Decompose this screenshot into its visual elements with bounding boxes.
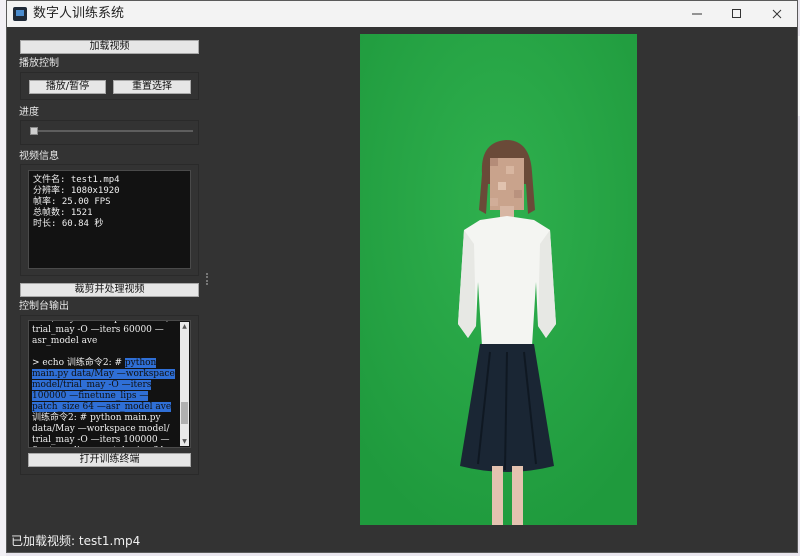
console-line-selected-text: model/trial_may -O —iters bbox=[32, 380, 152, 390]
info-duration: 时长: 60.84 秒 bbox=[33, 219, 104, 229]
scroll-down-icon[interactable]: ▼ bbox=[180, 437, 189, 446]
progress-slider-track[interactable] bbox=[37, 130, 193, 132]
maximize-icon bbox=[732, 9, 741, 18]
close-icon bbox=[772, 9, 782, 19]
console-line-text: data/May —workspace model/ bbox=[32, 321, 169, 324]
console-line: > echo 训练命令2: # python bbox=[32, 358, 178, 369]
console-line-text: trial_may -O —iters 100000 — bbox=[32, 435, 170, 445]
console-line: model/trial_may -O —iters bbox=[32, 380, 178, 391]
info-frame-count: 总帧数: 1521 bbox=[33, 208, 93, 218]
console-line: asr_model ave bbox=[32, 336, 178, 347]
console-line-selected-text: patch_size 64 —asr_model ave bbox=[32, 402, 172, 412]
video-preview[interactable] bbox=[360, 34, 637, 525]
play-pause-button[interactable]: 播放/暂停 bbox=[29, 80, 106, 94]
main-content: 加载视频 播放控制 播放/暂停 重置选择 进度 视频信息 文件名: test1.… bbox=[7, 27, 797, 552]
app-icon bbox=[13, 7, 27, 21]
console-line: data/May —workspace model/ bbox=[32, 424, 178, 435]
info-resolution: 分辨率: 1080x1920 bbox=[33, 186, 120, 196]
console-line: finetune_lips —patch_size 64 bbox=[32, 446, 178, 447]
console-line-selected-text: main.py data/May —workspace bbox=[32, 369, 175, 379]
scroll-up-icon[interactable]: ▲ bbox=[180, 322, 189, 331]
console-line: trial_may -O —iters 100000 — bbox=[32, 435, 178, 446]
console-line-text: 训练命令2: # python main.py bbox=[32, 413, 161, 423]
console-line-text: finetune_lips —patch_size 64 bbox=[32, 446, 164, 447]
load-video-button[interactable]: 加载视频 bbox=[20, 40, 199, 54]
console-line-text: trial_may -O —iters 60000 — bbox=[32, 325, 164, 335]
playback-group: 播放/暂停 重置选择 bbox=[20, 72, 199, 100]
console-line-text: data/May —workspace model/ bbox=[32, 424, 170, 434]
video-info-box: 文件名: test1.mp4 分辨率: 1080x1920 帧率: 25.00 … bbox=[28, 170, 191, 269]
info-filename: 文件名: test1.mp4 bbox=[33, 175, 120, 185]
progress-group bbox=[20, 120, 199, 145]
console-line: main.py data/May —workspace bbox=[32, 369, 178, 380]
status-bar: 已加载视频: test1.mp4 bbox=[11, 534, 141, 548]
reset-selection-button[interactable]: 重置选择 bbox=[113, 80, 191, 94]
splitter-handle[interactable] bbox=[206, 273, 210, 285]
scrollbar-thumb[interactable] bbox=[181, 402, 188, 424]
console-line: trial_may -O —iters 60000 — bbox=[32, 325, 178, 336]
console-section-label: 控制台输出 bbox=[19, 301, 69, 312]
video-info-section-label: 视频信息 bbox=[19, 151, 59, 162]
progress-slider-handle[interactable] bbox=[30, 127, 38, 135]
console-line: patch_size 64 —asr_model ave bbox=[32, 402, 178, 413]
console-text: data/May —workspace model/trial_may -O —… bbox=[32, 321, 178, 447]
app-window: 数字人训练系统 加载视频 播放控制 播放/暂停 重置选择 进度 视频信息 文件名… bbox=[6, 0, 798, 553]
maximize-button[interactable] bbox=[717, 1, 757, 27]
console-output[interactable]: data/May —workspace model/trial_may -O —… bbox=[28, 320, 191, 448]
video-frame-person bbox=[360, 34, 637, 525]
console-line-selected-text: 100000 —finetune_lips — bbox=[32, 391, 149, 401]
window-title: 数字人训练系统 bbox=[33, 6, 125, 21]
console-line: 训练命令2: # python main.py bbox=[32, 413, 178, 424]
console-line-selected-text: python bbox=[124, 358, 157, 368]
console-line: 100000 —finetune_lips — bbox=[32, 391, 178, 402]
open-terminal-button[interactable]: 打开训练终端 bbox=[28, 453, 191, 467]
console-line-prefix: > echo 训练命令2: # bbox=[32, 358, 125, 368]
minimize-button[interactable] bbox=[677, 1, 717, 27]
title-bar[interactable]: 数字人训练系统 bbox=[7, 1, 797, 27]
console-line-text: asr_model ave bbox=[32, 336, 98, 346]
close-button[interactable] bbox=[757, 1, 797, 27]
info-fps: 帧率: 25.00 FPS bbox=[33, 197, 111, 207]
crop-process-button[interactable]: 裁剪并处理视频 bbox=[20, 283, 199, 297]
minimize-icon bbox=[692, 13, 702, 15]
playback-section-label: 播放控制 bbox=[19, 58, 59, 69]
progress-section-label: 进度 bbox=[19, 107, 39, 118]
console-scrollbar[interactable]: ▲ ▼ bbox=[180, 322, 189, 446]
